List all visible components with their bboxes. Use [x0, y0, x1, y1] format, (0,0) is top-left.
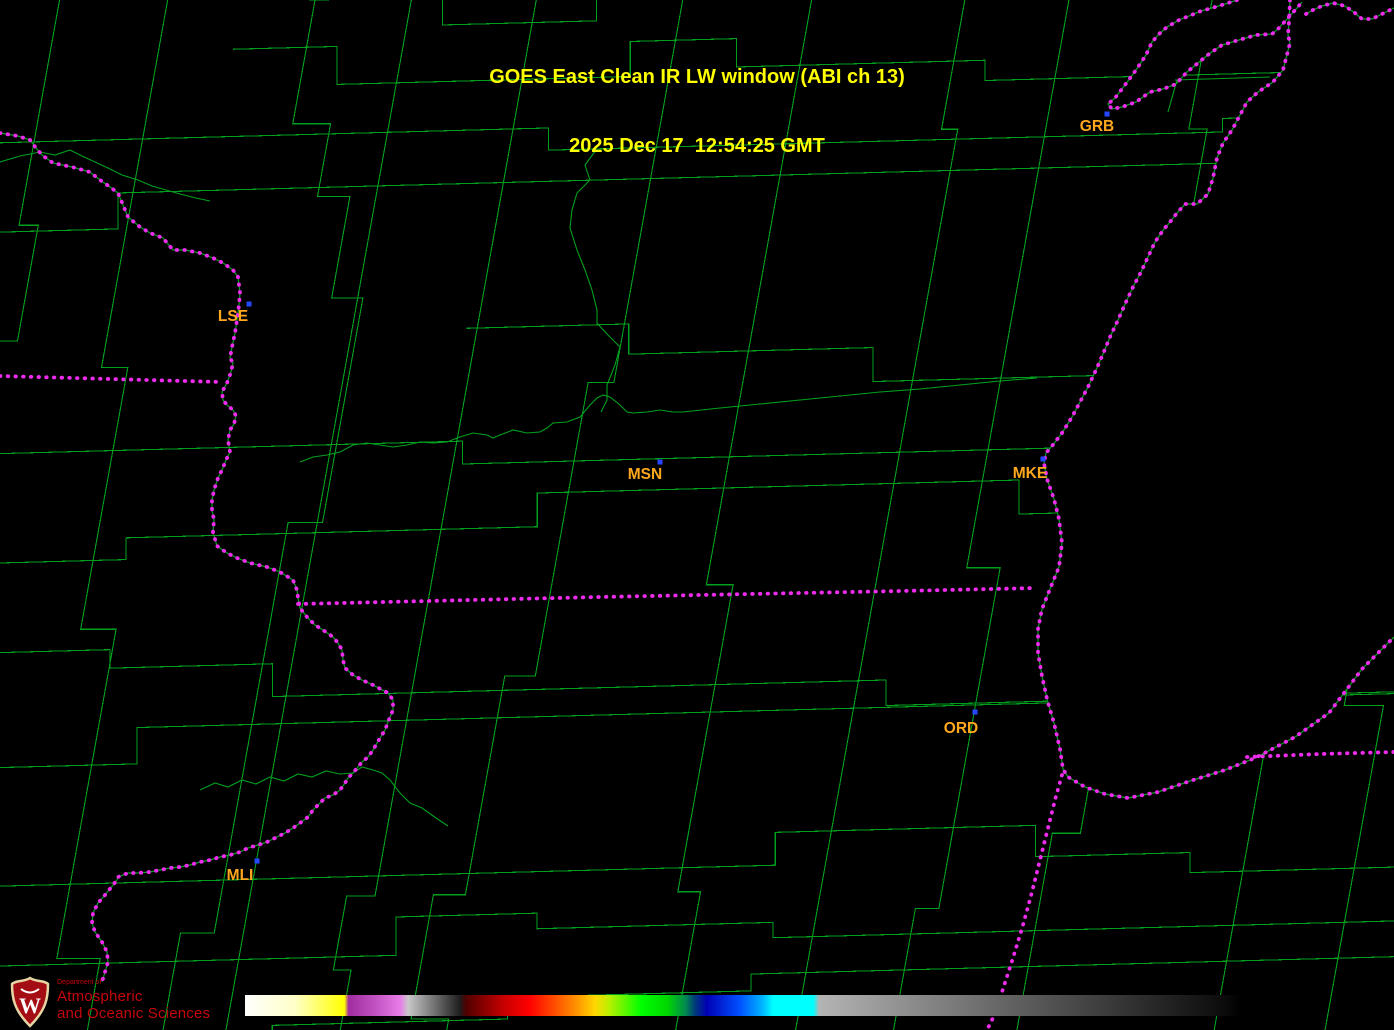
wisconsin-river: [299, 377, 1038, 463]
station-dot-icon: [657, 459, 663, 465]
station-MKE: MKE: [1013, 456, 1047, 482]
il-in-border-dotted-border: [985, 773, 1064, 1030]
rock-river: [199, 766, 449, 827]
logo-name-line2: and Oceanic Sciences: [57, 1005, 211, 1022]
mn-ia-border-dotted-border: [0, 374, 224, 384]
station-label: ORD: [944, 720, 978, 737]
aos-logo: W Department of Atmospheric and Oceanic …: [8, 976, 210, 1028]
title-line2: 2025 Dec 17 12:54:25 GMT: [569, 135, 825, 157]
mississippi-river-state-border-dotted-border: [0, 131, 395, 984]
logo-text: Department of Atmospheric and Oceanic Sc…: [57, 976, 210, 1021]
uw-crest-icon: W: [10, 976, 50, 1028]
station-LSE: LSE: [218, 301, 252, 325]
county-line: [0, 824, 1394, 887]
station-label: MKE: [1013, 465, 1047, 482]
mi-in-border-dotted-border: [1245, 750, 1394, 759]
station-label: LSE: [218, 308, 248, 325]
wi-il-border-dotted-border: [296, 586, 1039, 606]
station-ORD: ORD: [944, 709, 978, 737]
color-scale-bar: [245, 995, 1240, 1016]
station-label: MSN: [628, 466, 662, 483]
station-MSN: MSN: [628, 459, 663, 483]
image-title: GOES East Clean IR LW window (ABI ch 13)…: [0, 20, 1394, 204]
station-dot-icon: [1040, 456, 1046, 462]
satellite-map-display: GRB LSE MSN MKE ORD MLI GOES East Clean IR LW…: [0, 0, 1394, 1030]
logo-dept-line: Department of: [57, 979, 102, 986]
station-dot-icon: [972, 709, 978, 715]
mississippi-river-state-border: [0, 132, 394, 983]
station-dot-icon: [254, 858, 260, 864]
title-line1: GOES East Clean IR LW window (ABI ch 13): [489, 66, 905, 88]
station-label: MLI: [227, 867, 254, 884]
county-line: [0, 912, 1394, 967]
svg-text:W: W: [19, 993, 41, 1018]
logo-name-line1: Atmospheric: [57, 988, 143, 1005]
station-dot-icon: [246, 301, 252, 307]
